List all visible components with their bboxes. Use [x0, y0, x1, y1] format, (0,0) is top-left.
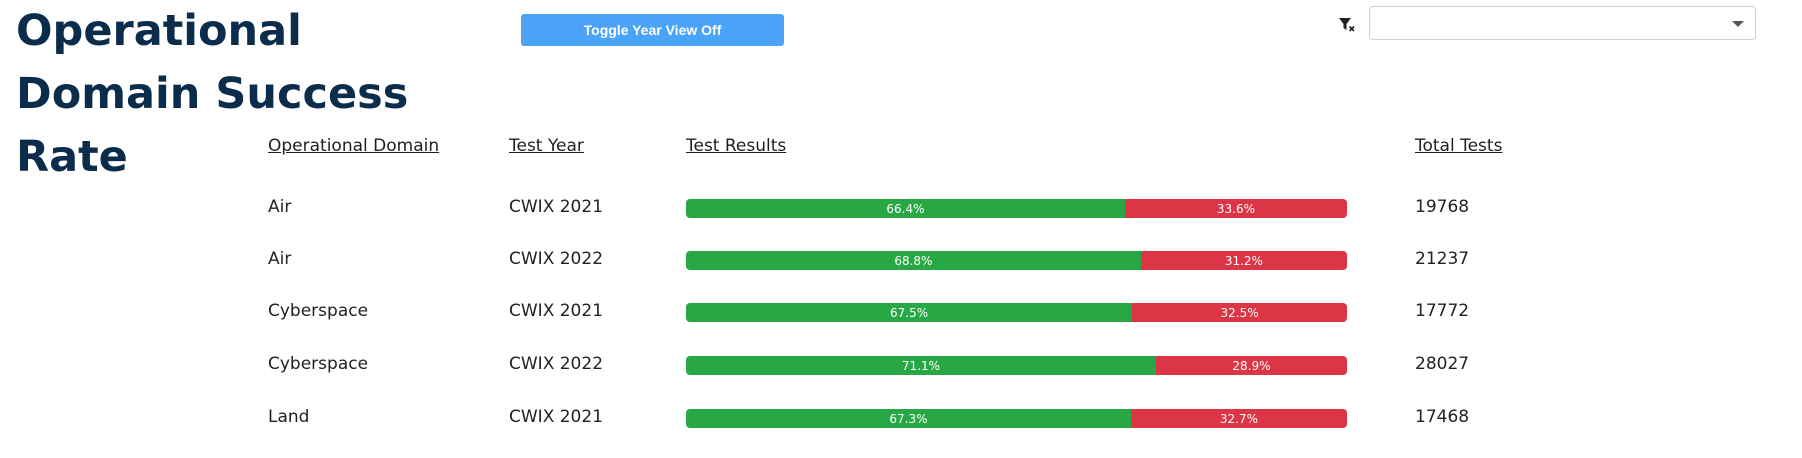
- pass-segment: 68.8%: [686, 251, 1141, 270]
- total-cell: 21237: [1415, 249, 1470, 269]
- table-row: Land CWIX 2021 67.3% 32.7% 17468: [0, 398, 1802, 438]
- domain-cell: Air: [268, 197, 292, 217]
- filter-clear-icon[interactable]: [1337, 15, 1357, 35]
- chevron-down-icon: [1732, 21, 1744, 27]
- result-bar: 67.3% 32.7%: [686, 409, 1347, 428]
- result-bar: 66.4% 33.6%: [686, 199, 1347, 218]
- filter-select[interactable]: [1369, 6, 1756, 40]
- total-cell: 28027: [1415, 354, 1470, 374]
- fail-segment: 32.7%: [1130, 409, 1347, 428]
- result-bar: 68.8% 31.2%: [686, 251, 1347, 270]
- result-bar: 67.5% 32.5%: [686, 303, 1347, 322]
- domain-cell: Cyberspace: [268, 354, 369, 374]
- fail-segment: 32.5%: [1132, 303, 1347, 322]
- total-cell: 17772: [1415, 301, 1470, 321]
- page: Operational Domain Success Rate Toggle Y…: [0, 0, 1802, 458]
- page-title: Operational Domain Success Rate: [16, 6, 409, 182]
- result-bar: 71.1% 28.9%: [686, 356, 1347, 375]
- column-header-results[interactable]: Test Results: [686, 136, 786, 156]
- year-cell: CWIX 2021: [509, 407, 604, 427]
- table-row: Cyberspace CWIX 2021 67.5% 32.5% 17772: [0, 292, 1802, 332]
- pass-segment: 67.3%: [686, 409, 1131, 428]
- table-row: Cyberspace CWIX 2022 71.1% 28.9% 28027: [0, 345, 1802, 385]
- year-cell: CWIX 2022: [509, 249, 604, 269]
- table-row: Air CWIX 2022 68.8% 31.2% 21237: [0, 240, 1802, 280]
- fail-segment: 31.2%: [1140, 251, 1347, 270]
- fail-segment: 28.9%: [1155, 356, 1347, 375]
- column-header-domain[interactable]: Operational Domain: [268, 136, 439, 156]
- total-cell: 19768: [1415, 197, 1470, 217]
- table-row: Air CWIX 2021 66.4% 33.6% 19768: [0, 188, 1802, 228]
- year-cell: CWIX 2022: [509, 354, 604, 374]
- column-header-year[interactable]: Test Year: [509, 136, 584, 156]
- toggle-year-view-button[interactable]: Toggle Year View Off: [521, 14, 784, 46]
- domain-cell: Land: [268, 407, 310, 427]
- pass-segment: 71.1%: [686, 356, 1156, 375]
- domain-cell: Cyberspace: [268, 301, 369, 321]
- year-cell: CWIX 2021: [509, 301, 604, 321]
- pass-segment: 67.5%: [686, 303, 1133, 322]
- year-cell: CWIX 2021: [509, 197, 604, 217]
- fail-segment: 33.6%: [1124, 199, 1347, 218]
- domain-cell: Air: [268, 249, 292, 269]
- pass-segment: 66.4%: [686, 199, 1125, 218]
- total-cell: 17468: [1415, 407, 1470, 427]
- column-header-total[interactable]: Total Tests: [1415, 136, 1502, 156]
